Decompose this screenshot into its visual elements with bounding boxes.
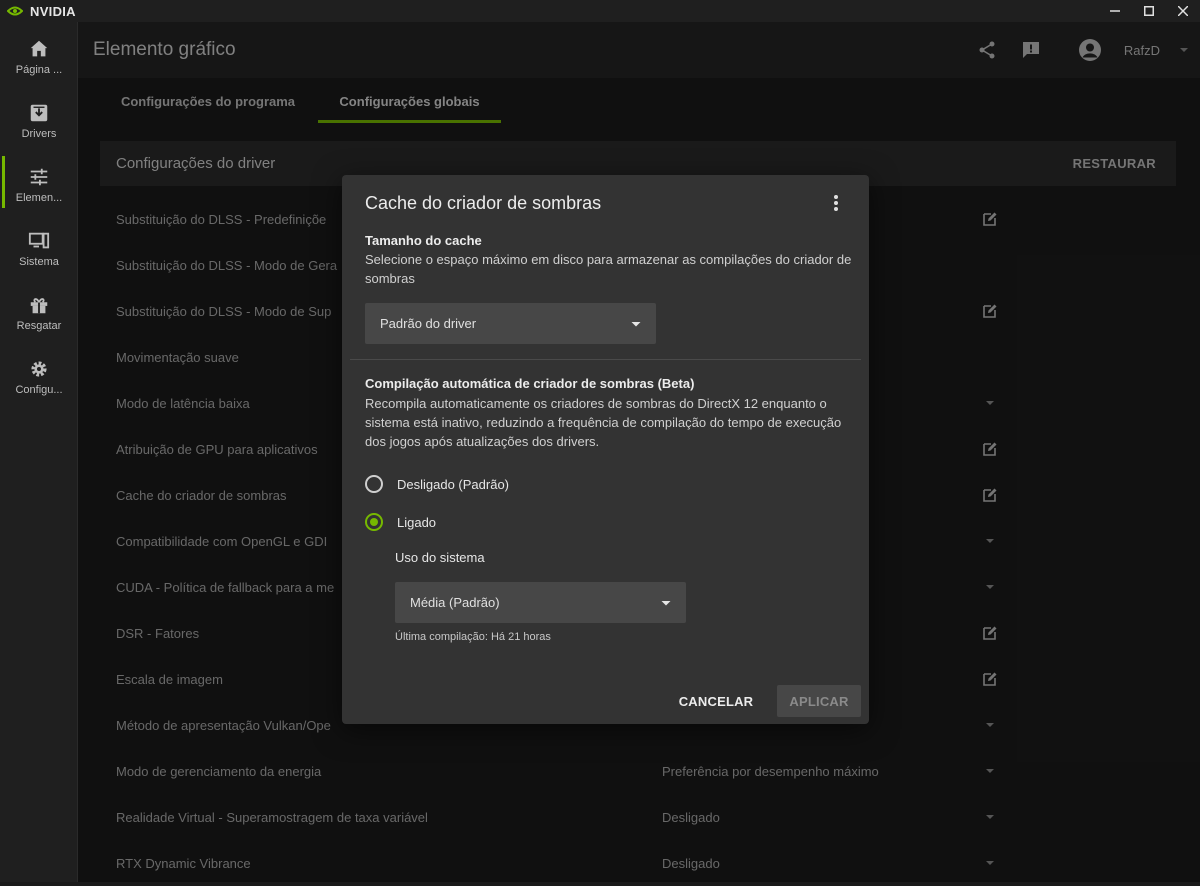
radio-label: Desligado (Padrão)	[397, 476, 510, 492]
dialog-title: Cache do criador de sombras	[365, 193, 602, 213]
home-icon	[30, 40, 48, 57]
auto-compile-title: Compilação automática de criador de somb…	[365, 376, 695, 391]
sidebar-item-system[interactable]: Sistema	[0, 220, 78, 276]
shader-cache-dialog: Cache do criador de sombras Tamanho do c…	[342, 175, 869, 724]
cache-size-title: Tamanho do cache	[365, 233, 482, 248]
dialog-divider	[350, 359, 861, 360]
system-usage-label: Uso do sistema	[395, 550, 485, 565]
sidebar-item-label: Resgatar	[16, 320, 62, 332]
sidebar-item-label: Sistema	[19, 256, 59, 268]
sidebar-item-settings[interactable]: Configu...	[0, 348, 78, 404]
nvidia-logo-icon	[7, 6, 23, 16]
apply-button[interactable]: APLICAR	[777, 685, 861, 717]
dialog-menu-button[interactable]	[826, 193, 846, 213]
sidebar-item-label: Drivers	[21, 128, 57, 140]
radio-label: Ligado	[397, 514, 437, 530]
cache-size-value: Padrão do driver	[380, 316, 477, 331]
maximize-button[interactable]	[1132, 0, 1166, 22]
sidebar-item-redeem[interactable]: Resgatar	[0, 284, 78, 340]
sidebar-item-label: Página ...	[15, 64, 63, 76]
auto-compile-description: Recompila automaticamente os criadores d…	[365, 396, 842, 449]
radio-button[interactable]	[365, 475, 383, 493]
caret-down-icon	[631, 321, 641, 326]
cache-size-description: Selecione o espaço máximo em disco para …	[365, 252, 852, 286]
system-usage-select[interactable]: Média (Padrão)	[395, 582, 686, 623]
sidebar-item-drivers[interactable]: Drivers	[0, 92, 78, 148]
sliders-icon	[30, 168, 48, 186]
cache-size-select[interactable]: Padrão do driver	[365, 303, 656, 344]
gear-icon	[31, 361, 47, 377]
close-window-button[interactable]	[1166, 0, 1200, 22]
caret-down-icon	[661, 600, 671, 605]
sidebar-item-home[interactable]: Página ...	[0, 28, 78, 84]
maximize-icon	[1144, 6, 1154, 16]
system-usage-value: Média (Padrão)	[410, 595, 500, 610]
app-name: NVIDIA	[30, 3, 76, 19]
close-icon	[1178, 6, 1188, 16]
minimize-icon	[1110, 10, 1120, 12]
gift-icon	[30, 298, 48, 314]
last-compilation-text: Última compilação: Há 21 horas	[395, 631, 551, 643]
more-vertical-icon	[834, 195, 838, 211]
computer-icon	[28, 232, 50, 249]
sidebar-item-graphics[interactable]: Elemen...	[0, 156, 78, 212]
sidebar: Página ... Drivers Elemen... Sistema Res…	[0, 22, 78, 882]
sidebar-item-label: Configu...	[15, 384, 63, 396]
title-bar: NVIDIA	[0, 0, 1200, 22]
radio-off[interactable]: Desligado (Padrão)	[365, 474, 509, 494]
radio-on[interactable]: Ligado	[365, 512, 436, 532]
download-box-icon	[30, 104, 48, 122]
radio-button-checked[interactable]	[365, 513, 383, 531]
sidebar-item-label: Elemen...	[15, 192, 63, 204]
minimize-button[interactable]	[1098, 0, 1132, 22]
cancel-button[interactable]: CANCELAR	[674, 685, 758, 717]
